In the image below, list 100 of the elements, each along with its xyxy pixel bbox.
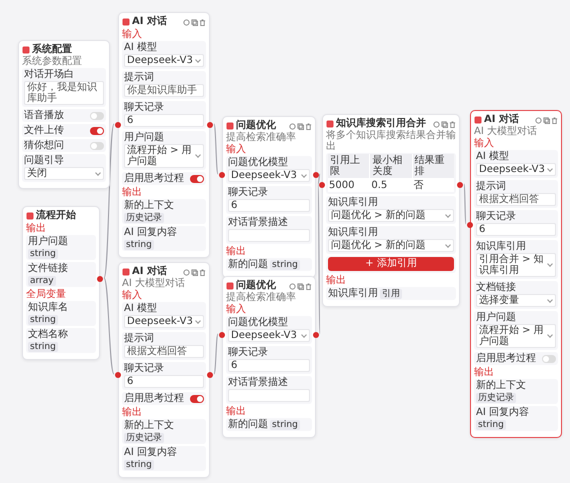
connection-handle[interactable]	[115, 122, 121, 128]
input-field[interactable]: 6	[124, 375, 204, 388]
input-field[interactable]	[228, 229, 310, 242]
toggle-switch[interactable]	[190, 174, 204, 182]
output-label: 文件链接	[28, 263, 68, 274]
node-title: AI 对话	[132, 16, 167, 28]
copy-icon[interactable]	[441, 120, 448, 128]
field-label: 文档链接	[476, 282, 517, 293]
table-cell-text: 否	[412, 179, 425, 192]
text-area[interactable]: 你是知识库助手	[124, 84, 204, 97]
field-label: 知识库引用	[328, 227, 379, 238]
copy-icon[interactable]	[297, 122, 304, 130]
section-label: 输入	[226, 304, 247, 315]
toggle-switch[interactable]	[90, 126, 104, 134]
text-area[interactable]: 根据文档回答	[124, 345, 204, 358]
add-reference-button[interactable]: + 添加引用	[328, 257, 454, 271]
input-field[interactable]: 6	[228, 199, 310, 212]
input-field[interactable]: 6	[124, 114, 204, 127]
select-field[interactable]: Deepseek-V3	[228, 169, 310, 182]
connection-handle[interactable]	[219, 332, 225, 338]
connection-handle[interactable]	[313, 332, 319, 338]
text-area[interactable]: 你好，我是知识库助手	[24, 81, 104, 105]
node-card[interactable]: 流程开始 输出 用户问题 string 文件链接 array 全局变量 知识库名 string 文档名称 string	[22, 206, 100, 360]
delete-icon[interactable]	[305, 122, 312, 130]
toggle-switch[interactable]	[190, 394, 204, 402]
input-field[interactable]: 6	[228, 359, 310, 372]
select-field[interactable]: 流程开始 > 用户问题	[476, 324, 556, 348]
settings-icon[interactable]	[289, 122, 296, 130]
input-field[interactable]: 6	[476, 223, 556, 236]
settings-icon[interactable]	[433, 120, 440, 128]
type-tag: array	[28, 276, 56, 286]
toggle-switch[interactable]	[542, 354, 556, 362]
delete-icon[interactable]	[305, 282, 312, 290]
node-card[interactable]: 问题优化 提高检索准确率 输入 问题优化模型 Deepseek-V3 聊天记录 6 对话背景描述 输出 新的问题 string	[222, 276, 316, 438]
copy-icon[interactable]	[543, 116, 550, 124]
type-tag: string	[124, 240, 154, 250]
section-label: 输出	[226, 246, 247, 257]
node-card[interactable]: AI 对话 输入 AI 模型 Deepseek-V3 提示词 你是知识库助手 聊天记录 6 用户问题 流程开始 > 用户问题 启用思考过程 输出 新的上下文 历史记录 AI 回复内容 string	[118, 12, 210, 258]
connection-handle[interactable]	[207, 372, 213, 378]
connection-handle[interactable]	[115, 372, 121, 378]
copy-icon[interactable]	[191, 18, 198, 26]
type-tag: string	[476, 420, 506, 430]
node-title: AI 对话	[484, 114, 519, 126]
node-card[interactable]: 问题优化 提高检索准确率 输入 问题优化模型 Deepseek-V3 聊天记录 6 对话背景描述 输出 新的问题 string	[222, 116, 316, 278]
toggle-switch[interactable]	[90, 142, 104, 150]
text-area[interactable]: 根据文档回答	[476, 193, 556, 206]
select-field[interactable]: 流程开始 > 用户问题	[124, 144, 204, 168]
delete-icon[interactable]	[551, 116, 558, 124]
field-label: 提示词	[476, 181, 507, 192]
select-field[interactable]: 关闭	[24, 167, 104, 180]
field-label: 对话开场白	[24, 69, 75, 80]
select-field[interactable]: Deepseek-V3	[124, 315, 204, 328]
connection-handle[interactable]	[97, 276, 103, 282]
output-label: 文档名称	[28, 329, 68, 340]
node-card[interactable]: AI 对话 AI 大模型对话 输入 AI 模型 Deepseek-V3 提示词 根据文档回答 聊天记录 6 启用思考过程 输出 新的上下文 历史记录 AI 回复内容 string	[118, 262, 210, 478]
section-label: 输入	[474, 138, 495, 149]
node-description: AI 大模型对话	[122, 278, 186, 289]
delete-icon[interactable]	[199, 268, 206, 276]
connection-line	[464, 184, 466, 224]
delete-icon[interactable]	[199, 18, 206, 26]
output-label: 新的上下文	[476, 380, 526, 391]
section-label: 输出	[26, 223, 47, 234]
select-field[interactable]: 引用合并 > 知识库引用	[476, 253, 556, 277]
input-field[interactable]	[228, 389, 310, 402]
settings-icon[interactable]	[183, 268, 190, 276]
copy-icon[interactable]	[297, 282, 304, 290]
connection-handle[interactable]	[219, 172, 225, 178]
type-tag: 引用	[380, 288, 402, 298]
field-label: 用户问题	[124, 132, 165, 143]
node-card[interactable]: 知识库搜索引用合并 将多个知识库搜索结果合并输出 引用上限 最小相关度 结果重排 5000 0.5 否 知识库引用 问题优化 > 新的问题 知识库引用 问题优化 > 新的问题 + 添加引用 输出 知识库引用 引用	[322, 114, 460, 307]
node-card[interactable]: 系统配置 系统参数配置 对话开场白 你好，我是知识库助手 语音播放 文件上传 猜你想问 问题引导 关闭	[18, 40, 110, 189]
settings-icon[interactable]	[535, 116, 542, 124]
delete-icon[interactable]	[449, 120, 456, 128]
copy-icon[interactable]	[191, 268, 198, 276]
node-icon	[326, 120, 334, 128]
output-label: 新的上下文	[124, 420, 174, 431]
connection-handle[interactable]	[467, 222, 473, 228]
select-field[interactable]: Deepseek-V3	[124, 54, 204, 67]
table-header: 最小相关度	[370, 154, 412, 178]
connection-line	[214, 334, 218, 374]
field-label: 启用思考过程	[124, 173, 184, 184]
connection-handle[interactable]	[457, 182, 463, 188]
type-tag: string	[28, 342, 58, 352]
select-field[interactable]: 问题优化 > 新的问题	[328, 209, 454, 222]
node-icon	[22, 46, 30, 54]
section-label: 输出	[122, 407, 143, 418]
select-field[interactable]: 选择变量	[476, 294, 556, 307]
select-field[interactable]: Deepseek-V3	[228, 329, 310, 342]
settings-icon[interactable]	[289, 282, 296, 290]
node-card[interactable]: AI 对话 AI 大模型对话 输入 AI 模型 Deepseek-V3 提示词 根据文档回答 聊天记录 6 知识库引用 引用合并 > 知识库引用 文档链接 选择变量 用户问题 流程开始 > 用户问题 启用思考过程 输出 新的上下文 历史记录 AI 回复内容 string	[470, 110, 562, 438]
toggle-switch[interactable]	[90, 112, 104, 120]
settings-icon[interactable]	[183, 18, 190, 26]
node-icon	[474, 116, 482, 124]
section-label: 输出	[326, 275, 347, 286]
field-label: AI 模型	[124, 303, 158, 314]
connection-handle[interactable]	[207, 122, 213, 128]
select-field[interactable]: 问题优化 > 新的问题	[328, 239, 454, 252]
select-field[interactable]: Deepseek-V3	[476, 163, 556, 176]
type-tag: 历史记录	[476, 393, 516, 403]
connection-line	[214, 124, 218, 174]
